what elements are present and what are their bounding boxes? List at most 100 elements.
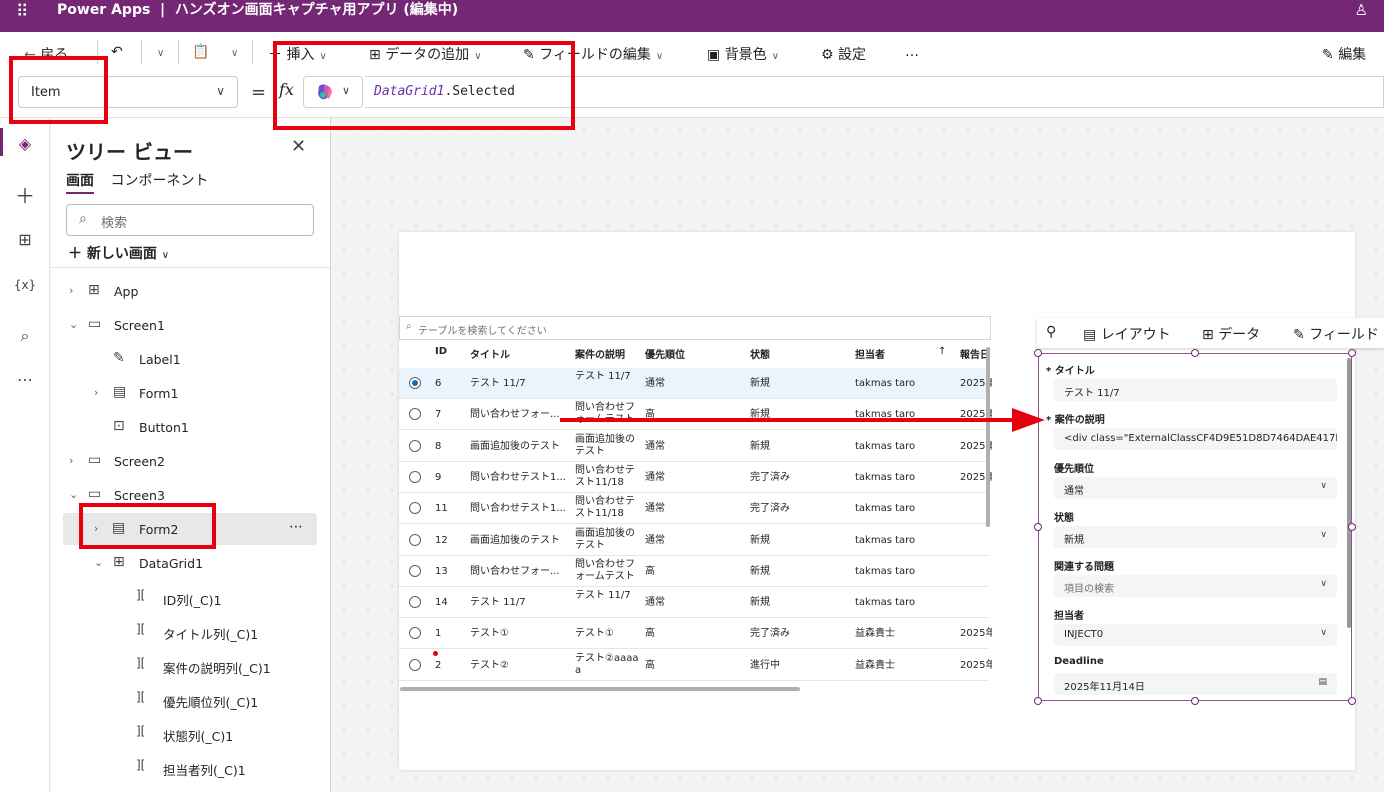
- resize-handle[interactable]: [1348, 523, 1356, 531]
- form-scrollbar[interactable]: [1347, 358, 1351, 628]
- undo-icon[interactable]: ↶: [111, 44, 123, 60]
- table-row[interactable]: 12 画面追加後のテスト 画面追加後のテスト 通常 新規 takmas taro: [399, 525, 989, 556]
- screen-icon: ▭: [88, 316, 102, 332]
- tree-node-column[interactable]: ][案件の説明列(_C)1: [51, 649, 330, 683]
- tree-node-form1[interactable]: › ▤ Form1: [51, 377, 330, 411]
- undo-chevron-icon[interactable]: ∨: [152, 44, 164, 60]
- field-label: 状態: [1054, 513, 1074, 524]
- row-radio[interactable]: [409, 658, 421, 671]
- clipboard-chevron-icon[interactable]: ∨: [226, 44, 238, 60]
- field-dropdown[interactable]: INJECT0 ∨: [1054, 624, 1337, 646]
- field-dropdown[interactable]: 新規 ∨: [1054, 526, 1337, 548]
- cell-desc: 問い合わせテスト11/18: [575, 464, 635, 488]
- row-radio[interactable]: [409, 408, 421, 421]
- cell-title: テスト①: [470, 628, 509, 640]
- background-color-button[interactable]: ▣ 背景色 ∨: [707, 44, 779, 64]
- column-header[interactable]: 案件の説明: [575, 346, 625, 361]
- tree-node-app[interactable]: › ⊞ App: [51, 275, 330, 309]
- table-row[interactable]: 1 テスト① テスト① 高 完了済み 益森貴士 2025年: [399, 618, 992, 650]
- table-row[interactable]: 13 問い合わせフォー... 問い合わせフォームテスト高 新規 takmas taro: [399, 556, 989, 587]
- tree-node-screen2[interactable]: › ▭ Screen2: [51, 445, 330, 479]
- close-icon[interactable]: ✕: [291, 136, 306, 157]
- table-row[interactable]: 14 テスト 11/7 テスト 11/7 通常 新規 takmas taro: [399, 587, 989, 619]
- cell-priority: 通常: [645, 378, 665, 389]
- tab-components[interactable]: コンポーネント: [110, 173, 208, 189]
- tree-node-column[interactable]: ][タイトル列(_C)1: [51, 615, 330, 649]
- field-input[interactable]: 2025年11月14日 ▤: [1054, 673, 1337, 695]
- formula-bar: Item ∨ = fx ∨ DataGrid1.Selected: [0, 74, 1384, 118]
- calendar-icon[interactable]: ▤: [1318, 677, 1327, 687]
- sort-icon[interactable]: ↑: [938, 346, 946, 357]
- clipboard-icon[interactable]: 📋: [192, 44, 209, 60]
- grid-search-input[interactable]: ⌕ テーブルを検索してください: [399, 316, 991, 340]
- resize-handle[interactable]: [1348, 697, 1356, 705]
- cell-desc: 画面追加後のテスト: [575, 433, 635, 457]
- cell-id: 9: [435, 471, 442, 483]
- tree-node-datagrid1[interactable]: ⌄ ⊞ DataGrid1: [51, 547, 330, 581]
- column-header[interactable]: ID: [435, 346, 447, 357]
- resize-handle[interactable]: [1191, 349, 1199, 357]
- cell-id: 1: [435, 628, 442, 640]
- search-icon[interactable]: ⌕: [0, 326, 50, 346]
- form-layout-button[interactable]: ▤ レイアウト: [1083, 324, 1171, 344]
- grid-horizontal-scrollbar[interactable]: [400, 687, 800, 691]
- form-data-button[interactable]: ⊞ データ: [1202, 324, 1260, 344]
- field-input[interactable]: テスト 11/7: [1054, 379, 1337, 401]
- tree-node-column[interactable]: ][優先順位列(_C)1: [51, 683, 330, 717]
- resize-handle[interactable]: [1034, 697, 1042, 705]
- tree-search-input[interactable]: ⌕ 検索: [66, 204, 314, 236]
- column-header[interactable]: タイトル: [470, 346, 510, 361]
- table-row[interactable]: 6 テスト 11/7 テスト 11/7 通常 新規 takmas taro 2025年: [399, 368, 992, 399]
- row-radio[interactable]: [409, 596, 421, 609]
- more-icon[interactable]: ⋯: [0, 370, 50, 389]
- column-header[interactable]: 担当者: [855, 346, 885, 361]
- more-button[interactable]: …: [905, 44, 919, 60]
- field-input[interactable]: <div class="ExternalClassCF4D9E51D8D7464…: [1054, 428, 1337, 450]
- row-radio[interactable]: [409, 627, 421, 640]
- edit-button[interactable]: ✎ 編集: [1322, 44, 1366, 64]
- table-row[interactable]: 9 問い合わせテスト1... 問い合わせテスト11/18 通常 完了済み takmas t…: [399, 462, 992, 493]
- tree-node-label1[interactable]: ✎ Label1: [51, 343, 330, 377]
- field-label: * 案件の説明: [1046, 415, 1105, 426]
- resize-handle[interactable]: [1034, 523, 1042, 531]
- grid-vertical-scrollbar[interactable]: [986, 347, 990, 527]
- plus-icon[interactable]: ＋: [0, 180, 50, 209]
- table-row[interactable]: 8 画面追加後のテスト 画面追加後のテスト 通常 新規 takmas taro 2025年: [399, 431, 992, 462]
- pin-icon[interactable]: ⚲: [1046, 324, 1056, 340]
- account-icon[interactable]: ♙: [1355, 1, 1368, 19]
- chevron-down-icon: ∨: [216, 84, 225, 98]
- column-header[interactable]: 優先順位: [645, 346, 685, 361]
- table-row[interactable]: 2 テスト② テスト②aaaaa 高 進行中 益森貴士 2025年: [399, 650, 992, 681]
- resize-handle[interactable]: [1191, 697, 1199, 705]
- resize-handle[interactable]: [1034, 349, 1042, 357]
- field-dropdown[interactable]: 項目の検索 ∨: [1054, 575, 1337, 597]
- variables-icon[interactable]: {x}: [0, 278, 50, 292]
- layers-icon[interactable]: ◈: [0, 134, 50, 153]
- tab-screens[interactable]: 画面: [66, 173, 94, 194]
- tree-node-button1[interactable]: ⊡ Button1: [51, 411, 330, 445]
- cell-desc: テスト①: [575, 628, 614, 640]
- new-screen-button[interactable]: ＋ 新しい画面 ∨: [68, 243, 169, 263]
- resize-handle[interactable]: [1348, 349, 1356, 357]
- column-header[interactable]: 状態: [750, 346, 770, 361]
- waffle-icon[interactable]: ⠿: [16, 2, 29, 22]
- row-radio[interactable]: [409, 377, 421, 389]
- settings-button[interactable]: ⚙ 設定: [821, 44, 866, 64]
- tree-node-column[interactable]: ][状態列(_C)1: [51, 717, 330, 751]
- row-radio[interactable]: [409, 502, 421, 515]
- row-radio[interactable]: [409, 564, 421, 577]
- form-fields-button[interactable]: ✎ フィールド: [1293, 324, 1379, 344]
- tree-node-screen1[interactable]: ⌄ ▭ Screen1: [51, 309, 330, 343]
- tree-node-column[interactable]: ][担当者列(_C)1: [51, 751, 330, 785]
- row-radio[interactable]: [409, 439, 421, 452]
- table-row[interactable]: 11 問い合わせテスト1... 問い合わせテスト11/18 通常 完了済み takmas …: [399, 493, 989, 525]
- row-radio[interactable]: [409, 470, 421, 483]
- table-icon[interactable]: ⊞: [0, 230, 50, 249]
- cell-title: 問い合わせテスト1...: [470, 503, 566, 515]
- row-radio[interactable]: [409, 533, 421, 546]
- data-grid[interactable]: ⌕ テーブルを検索してください ID タイトル 案件の説明 優先順位 状態 担当…: [399, 316, 992, 696]
- node-more-button[interactable]: ⋯: [289, 519, 303, 535]
- tree-node-column[interactable]: ][ID列(_C)1: [51, 581, 330, 615]
- field-dropdown[interactable]: 通常 ∨: [1054, 477, 1337, 499]
- edit-form[interactable]: * タイトル テスト 11/7 * 案件の説明 <div class="Externa…: [1038, 353, 1352, 701]
